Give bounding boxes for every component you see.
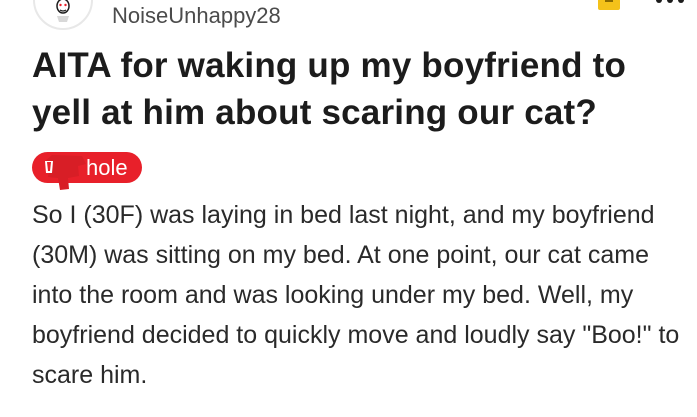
author-username[interactable]: NoiseUnhappy28: [112, 3, 281, 29]
avatar[interactable]: [33, 0, 93, 30]
post-body-text: So I (30F) was laying in bed last night,…: [32, 201, 680, 389]
post-flair[interactable]: hole: [32, 152, 142, 190]
post-title[interactable]: AITA for waking up my boyfriend to yell …: [32, 42, 682, 136]
flair-label: hole: [86, 155, 128, 180]
more-options-icon[interactable]: [656, 0, 686, 5]
post-header: NoiseUnhappy28: [0, 0, 697, 34]
snoo-avatar-icon: [56, 0, 70, 22]
post-card: NoiseUnhappy28 AITA for waking up my boy…: [0, 0, 697, 417]
award-icon[interactable]: [598, 0, 620, 10]
